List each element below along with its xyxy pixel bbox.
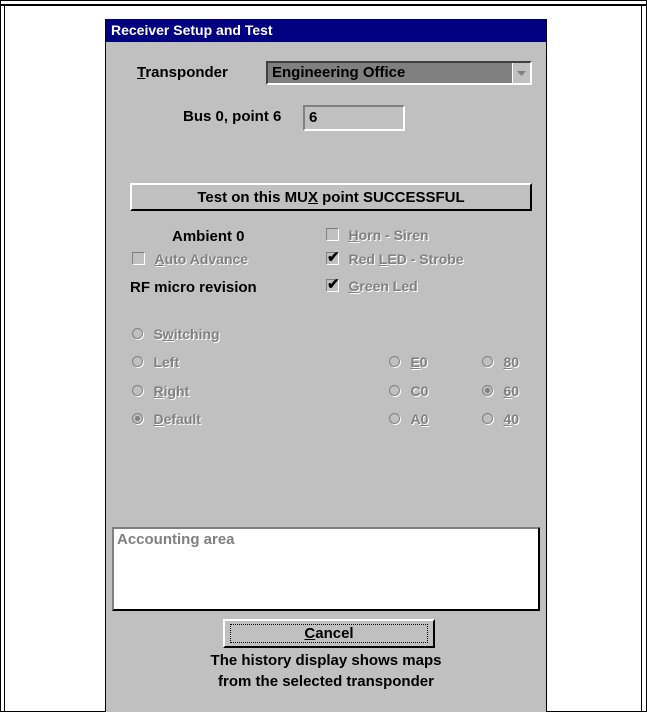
test-button-pre: Test on this MU — [197, 188, 308, 206]
a0-pre: A — [410, 411, 421, 427]
default-label: efault — [163, 411, 201, 427]
r40-label: 0 — [511, 411, 520, 427]
horn-siren-mnemonic: H — [348, 227, 359, 243]
red-led-pre: Red — [348, 251, 379, 267]
chevron-down-icon[interactable] — [512, 63, 530, 83]
checkbox-box — [132, 252, 145, 265]
right-label: ight — [163, 383, 190, 399]
horn-siren-checkbox[interactable]: Horn - Siren — [326, 227, 429, 246]
bus-point-label: Bus 0, point 6 — [183, 108, 282, 125]
radio-circle — [482, 385, 493, 396]
checkbox-box: ✔ — [326, 249, 340, 266]
radio-dot — [135, 416, 140, 421]
radio-40[interactable]: 40 — [482, 411, 519, 429]
radio-80[interactable]: 80 — [482, 354, 519, 372]
auto-advance-mnemonic: A — [154, 251, 165, 267]
right-mnemonic: R — [153, 383, 164, 399]
test-button-mnemonic: X — [307, 188, 318, 206]
radio-left[interactable]: Left — [132, 354, 179, 372]
radio-circle — [482, 413, 493, 424]
a0-mnemonic: 0 — [420, 411, 429, 427]
radio-circle — [132, 328, 143, 339]
radio-right[interactable]: Right — [132, 383, 189, 401]
test-mux-point-button[interactable]: Test on this MU X point SUCCESSFUL — [130, 183, 532, 211]
switching-pre: S — [153, 326, 163, 342]
radio-60[interactable]: 60 — [482, 383, 519, 401]
rf-micro-revision-label: RF micro revision — [130, 279, 257, 296]
radio-circle — [389, 385, 400, 396]
radio-switching[interactable]: Switching — [132, 326, 220, 344]
auto-advance-checkbox[interactable]: Auto Advance — [132, 251, 249, 270]
radio-circle — [482, 356, 493, 367]
e0-label: 0 — [419, 354, 428, 370]
green-led-label: reen Led — [359, 278, 418, 294]
r80-label: 0 — [511, 354, 520, 370]
radio-e0[interactable]: E0 — [389, 354, 428, 372]
e0-mnemonic: E — [410, 354, 420, 370]
switching-mnemonic: w — [162, 326, 174, 342]
checkbox-box: ✔ — [326, 276, 340, 293]
frame-divider-top — [0, 4, 647, 6]
accounting-area-text[interactable]: Accounting area — [112, 527, 540, 611]
radio-a0[interactable]: A0 — [389, 411, 428, 429]
radio-circle — [389, 356, 400, 367]
auto-advance-label: uto Advance — [164, 251, 249, 267]
transponder-selected: Engineering Office — [272, 64, 406, 81]
green-led-mnemonic: G — [348, 278, 360, 294]
green-led-checkbox[interactable]: ✔ Green Led — [326, 276, 418, 297]
check-icon: ✔ — [327, 276, 340, 293]
test-button-post: point SUCCESSFUL — [317, 188, 465, 206]
radio-circle — [132, 385, 143, 396]
horn-siren-label: orn - Siren — [358, 227, 429, 243]
radio-default[interactable]: Default — [132, 411, 201, 429]
default-mnemonic: D — [153, 411, 164, 427]
red-led-label: ED - Strobe — [387, 251, 464, 267]
radio-circle — [132, 413, 143, 424]
transponder-select[interactable]: Engineering Office — [266, 61, 532, 85]
radio-dot — [485, 388, 490, 393]
red-led-strobe-checkbox[interactable]: ✔ Red LED - Strobe — [326, 249, 464, 270]
history-note-line1: The history display shows maps — [210, 652, 442, 669]
check-icon: ✔ — [327, 249, 340, 266]
transponder-label-rest: ransponder — [145, 64, 228, 81]
history-note-line2: from the selected transponder — [218, 673, 434, 690]
frame-divider-left — [4, 4, 5, 712]
transponder-label: Transponder — [137, 64, 228, 81]
cancel-button[interactable]: Cancel — [223, 619, 435, 648]
ambient-label: Ambient 0 — [172, 228, 245, 245]
bus-point-field: 6 — [303, 105, 405, 131]
checkbox-box — [326, 228, 339, 241]
radio-circle — [132, 356, 143, 367]
c0-label: C0 — [410, 383, 429, 399]
frame-divider-right — [641, 4, 642, 712]
radio-c0[interactable]: C0 — [389, 383, 428, 401]
focus-rect — [230, 624, 428, 643]
receiver-setup-dialog: Receiver Setup and Test Transponder Engi… — [105, 19, 547, 712]
r60-label: 0 — [511, 383, 520, 399]
left-label: Left — [153, 354, 180, 370]
radio-circle — [389, 413, 400, 424]
dialog-title: Receiver Setup and Test — [106, 19, 546, 42]
switching-label: itching — [173, 326, 220, 342]
